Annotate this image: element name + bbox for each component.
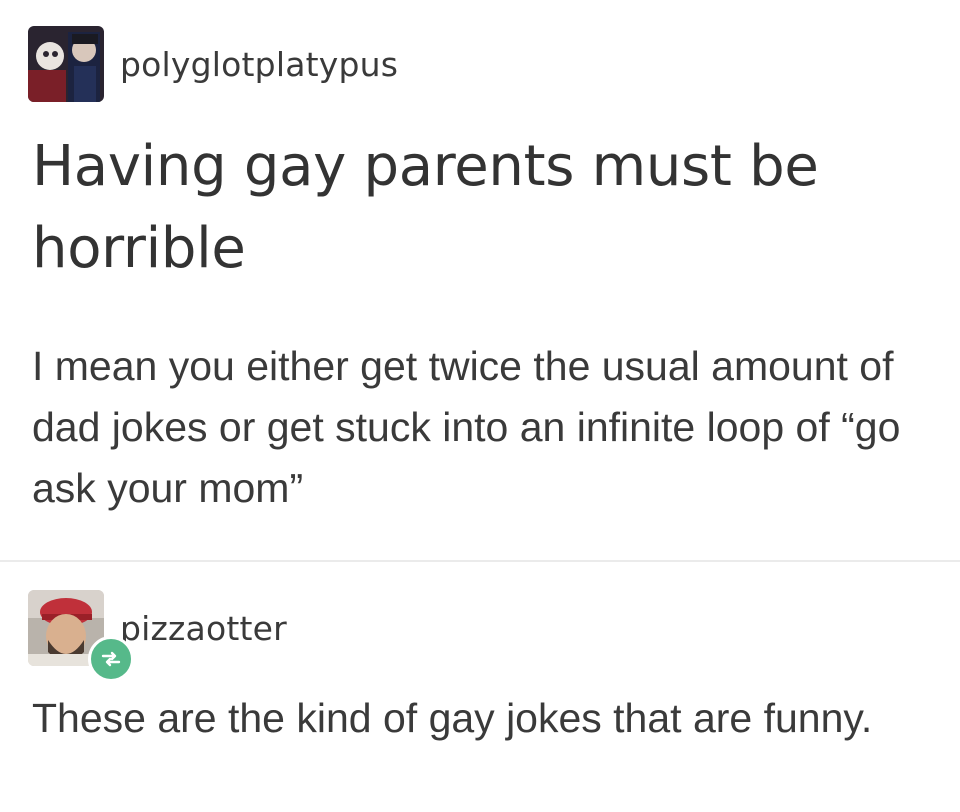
avatar-image [28,26,104,102]
reblog-post: pizzaotter These are the kind of gay jok… [0,560,960,812]
post-title: Having gay parents must be horrible [32,134,819,281]
post-body: I mean you either get twice the usual am… [32,343,901,511]
post-header: pizzaotter [28,588,287,682]
username[interactable]: polyglotplatypus [120,45,398,84]
avatar[interactable] [28,590,134,682]
reblog-icon [101,651,121,667]
username[interactable]: pizzaotter [120,609,287,648]
reblog-badge [88,636,134,682]
original-post: polyglotplatypus Having gay parents must… [0,0,960,560]
reblog-body: These are the kind of gay jokes that are… [32,695,873,741]
post-header: polyglotplatypus [28,24,398,104]
avatar[interactable] [28,26,104,102]
